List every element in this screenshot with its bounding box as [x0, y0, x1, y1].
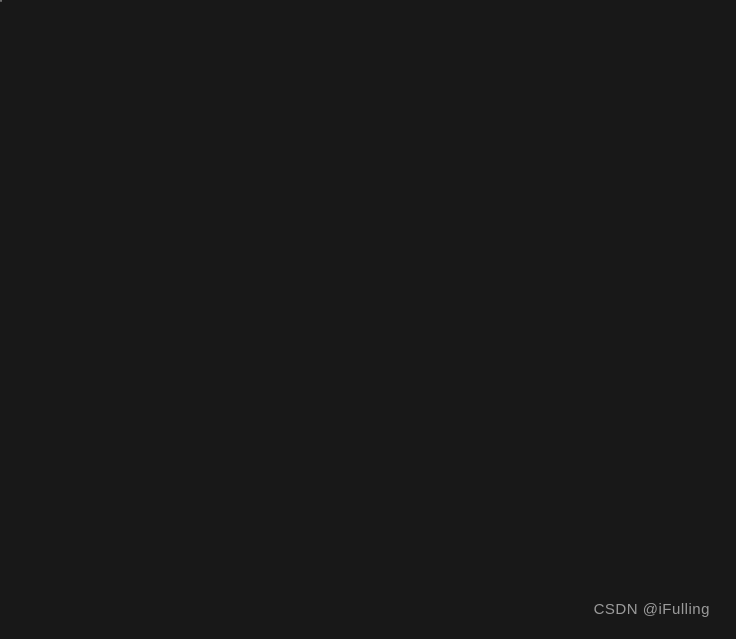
- clear-code-button[interactable]: 清空代码: [1, 1, 2, 2]
- sql-code-editor[interactable]: SELECT * FROM score; GO; 按F5运行代码: [1, 1, 2, 2]
- run-all-code-button[interactable]: 运行所有代码: [1, 1, 2, 2]
- watermark-text: CSDN @iFulling: [593, 601, 710, 618]
- log-output[interactable]: 清空代码区 清空代码区 清空代码区 查询SELECT STU.ID, STU.N…: [1, 1, 2, 2]
- score-table-panel: ID 姓名 总分 1 1 余星舟 253 2 2 李云美 219 0 2: [1, 1, 2, 2]
- app-window: 学生管理系统 – □ ✕ student.db 表: [0, 0, 2, 2]
- database-tree-panel: student.db 表 score: [1, 1, 2, 2]
- delete-record-dialog: 删除记录 – □ ✕ where and and: [1, 1, 2, 2]
